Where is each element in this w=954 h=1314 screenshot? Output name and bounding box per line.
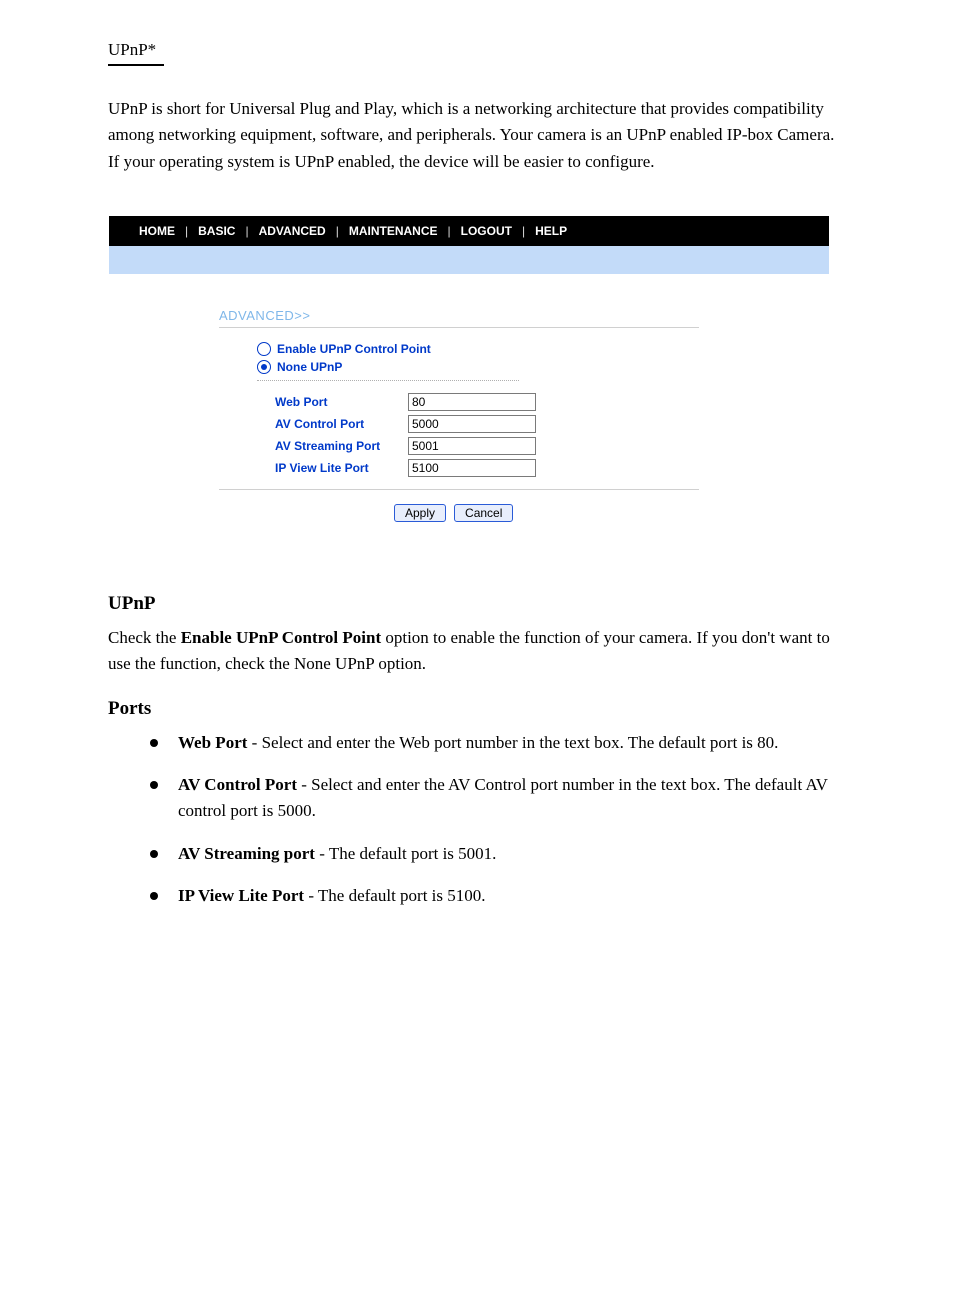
nav-logout[interactable]: LOGOUT [461,224,512,238]
radio-dot-icon [261,364,267,370]
divider [219,489,699,490]
nav-advanced[interactable]: ADVANCED [259,224,326,238]
nav-basic[interactable]: BASIC [198,224,235,238]
nav-separator: | [448,224,451,238]
divider [219,327,699,328]
list-item: IP View Lite Port - The default port is … [150,883,846,909]
web-port-input[interactable] [408,393,536,411]
upnp-radio-group: Enable UPnP Control Point None UPnP [257,342,809,374]
breadcrumb-underline [108,64,164,66]
nav-separator: | [245,224,248,238]
dotted-divider [257,380,519,381]
nav-help[interactable]: HELP [535,224,567,238]
ip-view-lite-port-label: IP View Lite Port [275,461,390,475]
top-nav-bar: HOME | BASIC | ADVANCED | MAINTENANCE | … [109,216,829,246]
av-control-port-label: AV Control Port [275,417,390,431]
nav-home[interactable]: HOME [139,224,175,238]
ports-heading: Ports [108,698,846,720]
nav-separator: | [336,224,339,238]
radio-enable-upnp[interactable] [257,342,271,356]
nav-separator: | [185,224,188,238]
upnp-heading: UPnP [108,593,846,615]
av-streaming-port-label: AV Streaming Port [275,439,390,453]
ports-group: Web Port AV Control Port AV Streaming Po… [275,393,809,477]
list-item: AV Control Port - Select and enter the A… [150,772,846,825]
breadcrumb-label: UPnP* [108,40,954,60]
radio-none-upnp[interactable] [257,360,271,374]
av-streaming-port-input[interactable] [408,437,536,455]
nav-separator: | [522,224,525,238]
header-accent-bar [109,246,829,274]
av-control-port-input[interactable] [408,415,536,433]
apply-button[interactable]: Apply [394,504,446,522]
web-port-label: Web Port [275,395,390,409]
list-item: Web Port - Select and enter the Web port… [150,730,846,756]
radio-enable-label: Enable UPnP Control Point [277,342,431,356]
ip-view-lite-port-input[interactable] [408,459,536,477]
cancel-button[interactable]: Cancel [454,504,513,522]
section-title: ADVANCED>> [219,308,809,323]
radio-none-label: None UPnP [277,360,342,374]
upnp-description: Check the Enable UPnP Control Point opti… [108,625,846,678]
ports-bullet-list: Web Port - Select and enter the Web port… [150,730,846,910]
intro-text: UPnP is short for Universal Plug and Pla… [108,96,846,175]
config-screenshot: HOME | BASIC | ADVANCED | MAINTENANCE | … [108,215,830,553]
config-area: ADVANCED>> Enable UPnP Control Point Non… [109,274,829,552]
nav-maintenance[interactable]: MAINTENANCE [349,224,438,238]
list-item: AV Streaming port - The default port is … [150,841,846,867]
